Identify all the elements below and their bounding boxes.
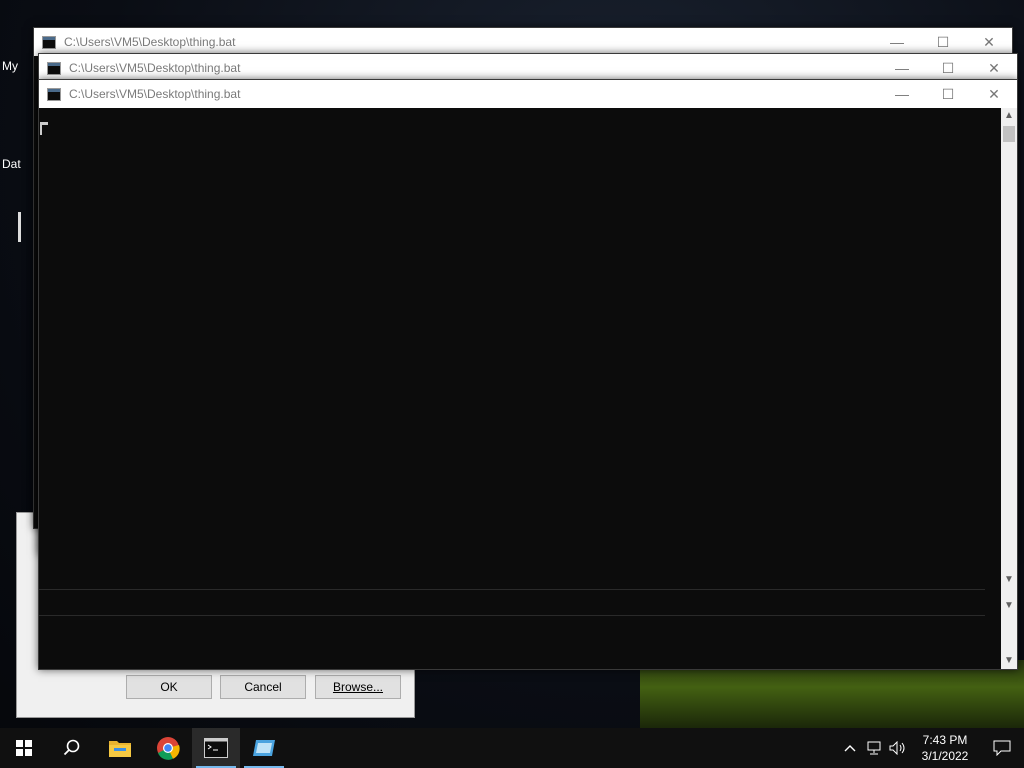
console-app-icon bbox=[47, 87, 61, 101]
window-title: C:\Users\VM5\Desktop\thing.bat bbox=[64, 35, 236, 49]
clock-date: 3/1/2022 bbox=[921, 749, 969, 763]
chevron-up-icon[interactable] bbox=[838, 728, 862, 768]
minimize-button[interactable]: — bbox=[879, 80, 925, 108]
minimize-button[interactable]: — bbox=[874, 28, 920, 56]
search-icon[interactable] bbox=[48, 728, 96, 768]
desktop-icon-fragment bbox=[18, 212, 21, 242]
desktop-icon-dat[interactable]: Dat bbox=[2, 157, 21, 171]
scroll-down-icon[interactable]: ▼ bbox=[1001, 653, 1017, 669]
console-app-icon bbox=[42, 35, 56, 49]
vertical-scrollbar[interactable]: ▲ ▼ ▼ ▼ bbox=[1001, 108, 1017, 669]
desktop-icon-my[interactable]: My bbox=[2, 59, 18, 73]
text-cursor-stem bbox=[40, 125, 42, 135]
start-icon[interactable] bbox=[0, 728, 48, 768]
taskbar: 7:43 PM 3/1/2022 bbox=[0, 728, 1024, 768]
console-app-icon bbox=[47, 61, 61, 75]
command-prompt-icon[interactable] bbox=[192, 728, 240, 768]
window-edge-divider bbox=[39, 589, 985, 590]
scroll-down-icon[interactable]: ▼ bbox=[1001, 572, 1017, 588]
title-bar[interactable]: C:\Users\VM5\Desktop\thing.bat — ☐ ✕ bbox=[34, 28, 1012, 56]
ok-button[interactable]: OK bbox=[126, 675, 212, 699]
scroll-up-icon[interactable]: ▲ bbox=[1001, 108, 1017, 124]
clock[interactable]: 7:43 PM 3/1/2022 bbox=[910, 732, 980, 764]
window-edge-divider bbox=[39, 615, 985, 616]
file-explorer-icon[interactable] bbox=[96, 728, 144, 768]
wallpaper bbox=[640, 660, 1024, 728]
console-output[interactable] bbox=[39, 108, 1001, 669]
cancel-button[interactable]: Cancel bbox=[220, 675, 306, 699]
network-icon[interactable] bbox=[862, 728, 886, 768]
chrome-icon[interactable] bbox=[144, 728, 192, 768]
notification-center-icon[interactable] bbox=[980, 728, 1024, 768]
maximize-button[interactable]: ☐ bbox=[920, 28, 966, 56]
minimize-button[interactable]: — bbox=[879, 54, 925, 82]
browse-button[interactable]: Browse... bbox=[315, 675, 401, 699]
window-title: C:\Users\VM5\Desktop\thing.bat bbox=[69, 87, 241, 101]
scroll-down-icon[interactable]: ▼ bbox=[1001, 598, 1017, 614]
close-button[interactable]: ✕ bbox=[966, 28, 1012, 56]
close-button[interactable]: ✕ bbox=[971, 54, 1017, 82]
clock-time: 7:43 PM bbox=[922, 733, 968, 747]
volume-icon[interactable] bbox=[886, 728, 910, 768]
maximize-button[interactable]: ☐ bbox=[925, 80, 971, 108]
system-tray: 7:43 PM 3/1/2022 bbox=[838, 728, 1024, 768]
console-window-3[interactable]: C:\Users\VM5\Desktop\thing.bat — ☐ ✕ ▲ ▼… bbox=[38, 79, 1018, 670]
window-title: C:\Users\VM5\Desktop\thing.bat bbox=[69, 61, 241, 75]
close-button[interactable]: ✕ bbox=[971, 80, 1017, 108]
title-bar[interactable]: C:\Users\VM5\Desktop\thing.bat — ☐ ✕ bbox=[39, 54, 1017, 82]
title-bar[interactable]: C:\Users\VM5\Desktop\thing.bat — ☐ ✕ bbox=[39, 80, 1017, 108]
run-dialog-icon[interactable] bbox=[240, 728, 288, 768]
scroll-thumb[interactable] bbox=[1003, 126, 1015, 142]
maximize-button[interactable]: ☐ bbox=[925, 54, 971, 82]
